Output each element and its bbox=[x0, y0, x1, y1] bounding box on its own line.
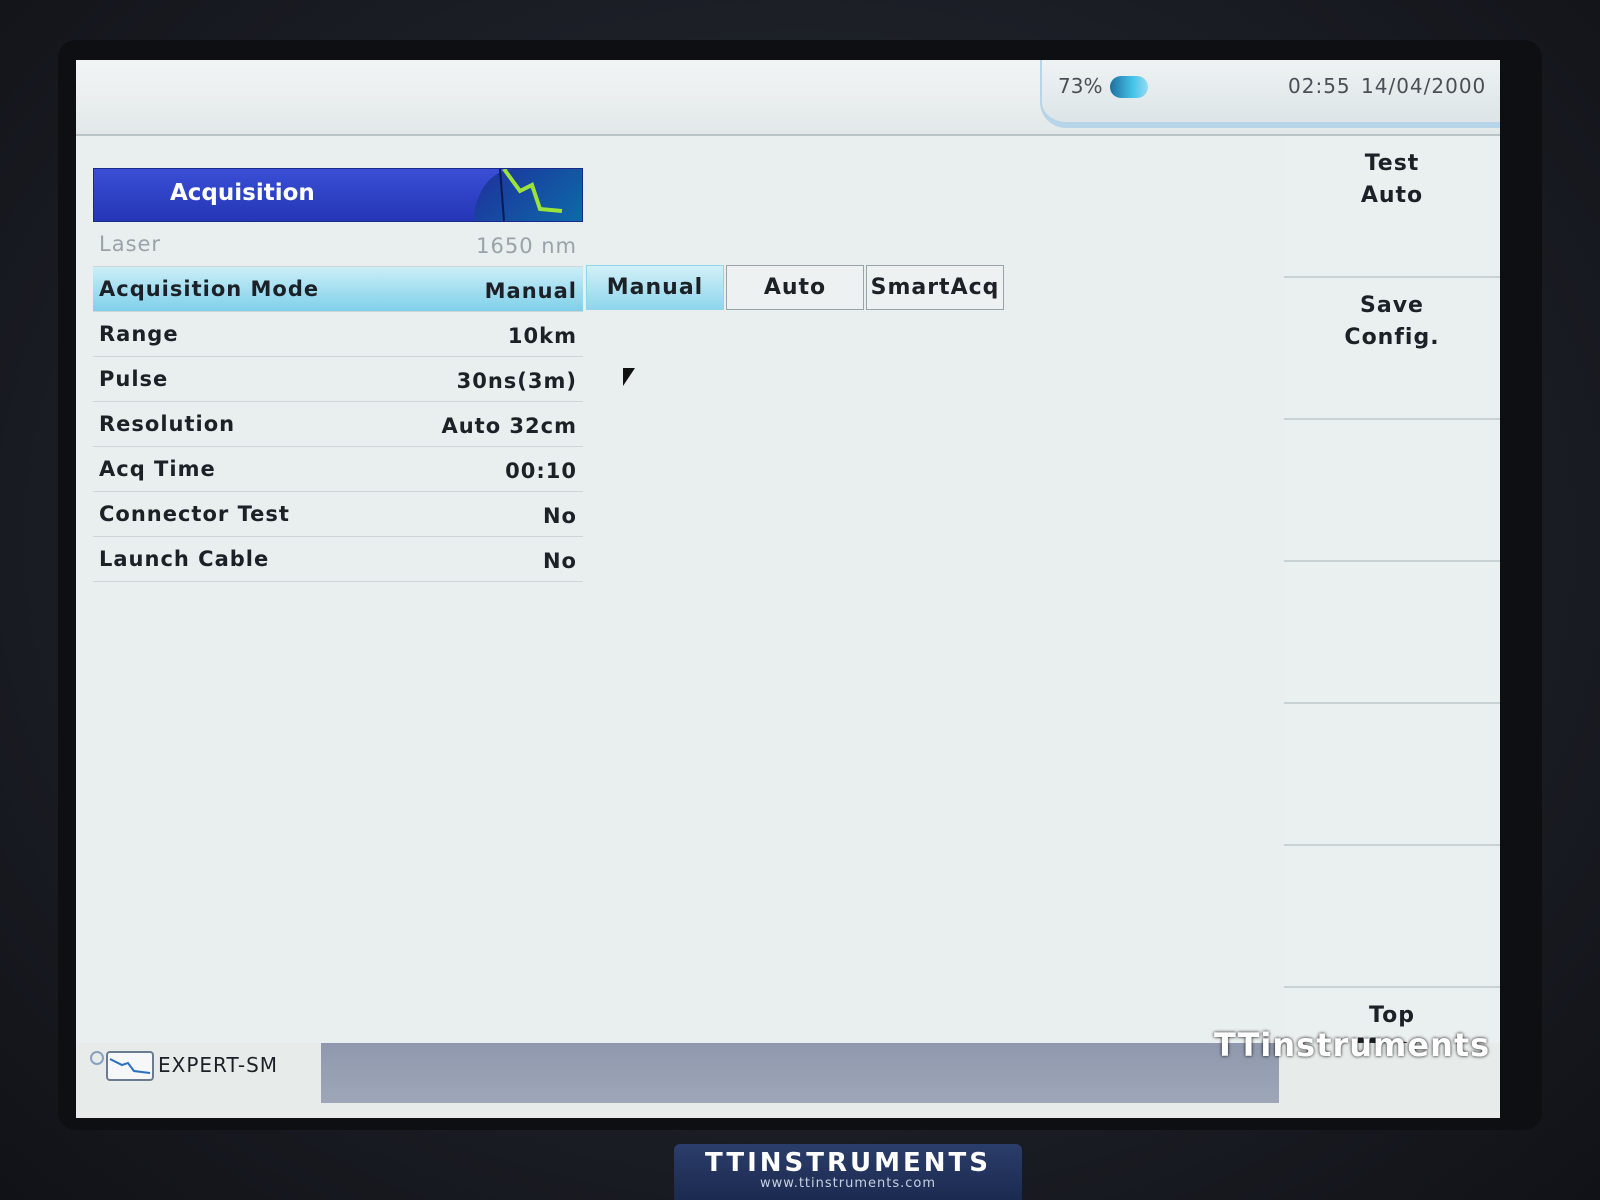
device-screen: 73% 02:55 14/04/2000 Acquisition Laser 1… bbox=[76, 60, 1500, 1118]
panel-header: Acquisition bbox=[93, 167, 583, 222]
row-acquisition-mode[interactable]: Acquisition Mode Manual bbox=[93, 267, 583, 312]
acquisition-panel: Acquisition Laser 1650 nm Acquisition Mo… bbox=[93, 167, 583, 582]
row-connector-test[interactable]: Connector Test No bbox=[93, 492, 583, 537]
expert-mode-label: EXPERT-SM bbox=[158, 1053, 279, 1077]
softkey-label-line1: Save bbox=[1360, 293, 1424, 318]
row-label: Connector Test bbox=[99, 502, 290, 526]
clock-time: 02:55 bbox=[1288, 74, 1351, 98]
test-auto-button[interactable]: Test Auto bbox=[1284, 136, 1500, 278]
row-acq-time[interactable]: Acq Time 00:10 bbox=[93, 447, 583, 492]
softkey-empty-4[interactable] bbox=[1284, 562, 1500, 704]
row-label: Resolution bbox=[99, 412, 236, 436]
softkey-label-line1: Test bbox=[1364, 151, 1420, 176]
softkey-label-line1: Top bbox=[1369, 1003, 1415, 1028]
softkey-label-line2: Auto bbox=[1360, 183, 1424, 208]
row-label: Launch Cable bbox=[99, 547, 270, 571]
row-label: Pulse bbox=[99, 367, 169, 391]
brand-name: TTINSTRUMENTS bbox=[705, 1148, 991, 1178]
softkey-empty-3[interactable] bbox=[1284, 420, 1500, 562]
option-auto-button[interactable]: Auto bbox=[726, 265, 864, 310]
save-config-button[interactable]: Save Config. bbox=[1284, 278, 1500, 420]
row-value: No bbox=[542, 549, 577, 573]
mode-options: Manual Auto SmartAcq bbox=[586, 265, 1006, 310]
row-range[interactable]: Range 10km bbox=[93, 312, 583, 357]
softkey-label-line2: Config. bbox=[1344, 325, 1440, 350]
row-label: Laser bbox=[99, 232, 162, 256]
brand-url: www.ttinstruments.com bbox=[759, 1176, 936, 1191]
status-strip bbox=[321, 1043, 1279, 1103]
mode-indicator-icon bbox=[90, 1051, 104, 1065]
trace-graph-icon bbox=[474, 167, 582, 222]
row-value: No bbox=[542, 504, 577, 528]
option-manual-button[interactable]: Manual bbox=[586, 265, 724, 310]
row-value: 00:10 bbox=[505, 459, 577, 483]
row-value: 10km bbox=[507, 324, 577, 348]
option-smartacq-button[interactable]: SmartAcq bbox=[866, 265, 1004, 310]
row-value: 1650 nm bbox=[476, 234, 577, 258]
battery-percent: 73% bbox=[1058, 74, 1103, 98]
row-laser: Laser 1650 nm bbox=[93, 222, 583, 267]
row-label: Acq Time bbox=[99, 457, 216, 481]
brand-plate: TTINSTRUMENTS www.ttinstruments.com bbox=[674, 1144, 1022, 1200]
row-pulse[interactable]: Pulse 30ns(3m) bbox=[93, 357, 583, 402]
row-value: Manual bbox=[484, 279, 577, 303]
otdr-trace-icon bbox=[106, 1051, 154, 1081]
watermark-logo: TTinstruments bbox=[1214, 1026, 1491, 1064]
panel-title: Acquisition bbox=[170, 180, 315, 206]
row-resolution[interactable]: Resolution Auto 32cm bbox=[93, 402, 583, 447]
row-label: Range bbox=[99, 322, 179, 346]
battery-icon bbox=[1110, 76, 1148, 98]
softkey-empty-6[interactable] bbox=[1284, 846, 1500, 988]
row-launch-cable[interactable]: Launch Cable No bbox=[93, 537, 583, 582]
side-softkey-menu: TestAuto SaveConfig. TopMenu bbox=[1284, 136, 1500, 1118]
clock-date: 14/04/2000 bbox=[1361, 74, 1487, 98]
mouse-cursor-icon bbox=[623, 368, 635, 386]
row-value: 30ns(3m) bbox=[456, 369, 577, 393]
row-value: Auto 32cm bbox=[441, 414, 577, 438]
row-label: Acquisition Mode bbox=[99, 277, 320, 301]
softkey-empty-5[interactable] bbox=[1284, 704, 1500, 846]
